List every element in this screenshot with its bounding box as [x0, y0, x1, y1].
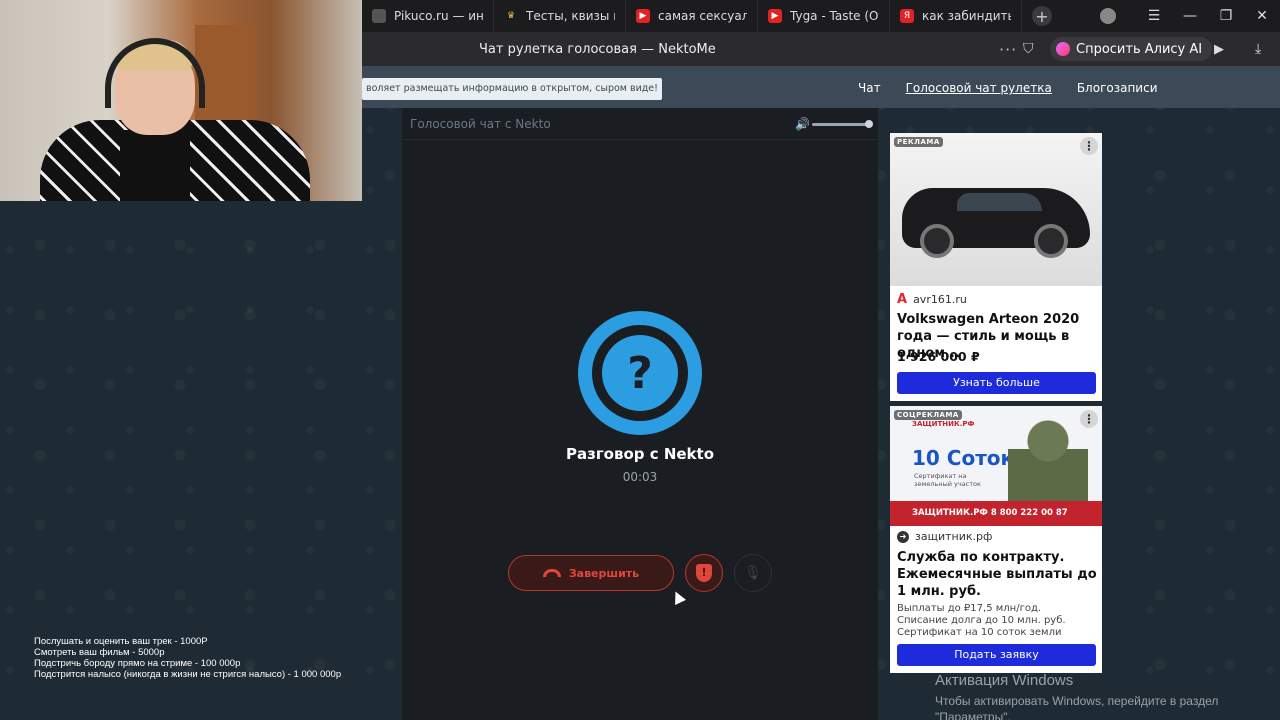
browser-tab[interactable]: ▶ самая сексуальная: [626, 0, 758, 32]
ad-domain[interactable]: A avr161.ru: [897, 292, 967, 307]
ad-image: ЗАЩИТНИК.РФ 10 Соток Сертификат на земел…: [890, 406, 1102, 526]
more-icon[interactable]: ···: [999, 40, 1017, 59]
restore-icon[interactable]: ❐: [1208, 8, 1244, 24]
yandex-icon: Я: [900, 9, 914, 23]
ad-label: СОЦРЕКЛАМА: [894, 410, 962, 420]
site-nav: Чат Голосовой чат рулетка Блогозаписи: [858, 81, 1158, 95]
ad-card[interactable]: РЕКЛАМА ⋮ A avr161.ru Volkswagen Arteon …: [890, 133, 1102, 401]
more-options-icon[interactable]: ⋮: [1080, 410, 1098, 428]
ad-price: 1 926 000 ₽: [897, 349, 980, 364]
end-call-button[interactable]: Завершить: [508, 555, 674, 591]
apply-button[interactable]: Подать заявку: [897, 644, 1096, 666]
close-icon[interactable]: ✕: [1244, 8, 1280, 24]
browser-tab[interactable]: Pikuco.ru — интерес: [362, 0, 494, 32]
bookmark-icon[interactable]: ⛉: [1023, 41, 1034, 57]
question-icon: ?: [602, 335, 678, 411]
browser-tab[interactable]: Я как забиндить клав: [890, 0, 1022, 32]
pikuco-icon: [372, 9, 386, 23]
partner-avatar: ?: [578, 311, 702, 435]
volume-icon[interactable]: 🔊: [795, 117, 810, 131]
stream-price-list: Послушать и оценить ваш трек - 1000Р Смо…: [34, 636, 342, 680]
media-play-icon[interactable]: ▶: [1214, 42, 1224, 57]
webcam-overlay: [0, 0, 362, 201]
ad-image: [890, 133, 1102, 286]
car-image: [902, 188, 1090, 258]
ad-card[interactable]: ЗАЩИТНИК.РФ 10 Соток Сертификат на земел…: [890, 406, 1102, 673]
ad-description: Выплаты до ₽17,5 млн/год. Списание долга…: [897, 603, 1066, 638]
nav-voice-roulette[interactable]: Голосовой чат рулетка: [906, 81, 1052, 95]
call-title: Разговор с Nekto: [565, 445, 715, 463]
youtube-icon: ▶: [768, 9, 782, 23]
advertiser-logo-icon: A: [897, 292, 908, 307]
profile-avatar[interactable]: [1100, 8, 1116, 24]
hangup-icon: [542, 569, 561, 577]
nav-blog[interactable]: Блогозаписи: [1077, 81, 1158, 95]
browser-tab[interactable]: ♛ Тесты, квизы и турн: [494, 0, 626, 32]
ad-domain[interactable]: ➜ защитник.рф: [897, 530, 992, 543]
call-timer: 00:03: [622, 470, 658, 484]
alice-icon: [1056, 42, 1070, 56]
volume-slider[interactable]: [812, 120, 873, 128]
ad-headline[interactable]: Служба по контракту. Ежемесячные выплаты…: [897, 549, 1097, 600]
browser-addressbar: Чат рулетка голосовая — NektoMe ··· ⛉ Сп…: [362, 32, 1280, 66]
alice-button[interactable]: Спросить Алису AI: [1050, 37, 1213, 61]
shield-icon: !: [696, 564, 712, 582]
youtube-icon: ▶: [636, 9, 650, 23]
browser-tab[interactable]: ▶ Tyga - Taste (Officia: [758, 0, 890, 32]
mouse-cursor: [670, 589, 686, 605]
windows-activation-watermark: Активация Windows Чтобы активировать Win…: [935, 672, 1219, 720]
page-title: Чат рулетка голосовая — NektoMe: [479, 41, 716, 57]
soldier-image: [1008, 414, 1088, 504]
browser-tabbar: Pikuco.ru — интерес ♛ Тесты, квизы и тур…: [362, 0, 1280, 32]
mute-button[interactable]: 🎙: [734, 554, 772, 592]
ad-label: РЕКЛАМА: [894, 137, 943, 147]
site-notice: воляет размещать информацию в открытом, …: [362, 78, 662, 100]
minimize-icon[interactable]: —: [1172, 8, 1208, 24]
nav-chat[interactable]: Чат: [858, 81, 881, 95]
arrow-right-icon: ➜: [897, 530, 909, 543]
new-tab-button[interactable]: +: [1032, 6, 1052, 26]
learn-more-button[interactable]: Узнать больше: [897, 372, 1096, 394]
crown-icon: ♛: [506, 11, 516, 21]
download-icon[interactable]: ⤓: [1255, 41, 1261, 57]
chat-header-title: Голосовой чат с Nekto: [410, 116, 551, 131]
microphone-icon: 🎙: [744, 565, 762, 581]
report-button[interactable]: !: [685, 554, 723, 592]
voice-chat-panel: Голосовой чат с Nekto 🔊 ? Разговор с Nek…: [402, 108, 878, 720]
volume-slider-handle[interactable]: [865, 120, 873, 128]
more-options-icon[interactable]: ⋮: [1080, 137, 1098, 155]
menu-icon[interactable]: ☰: [1136, 8, 1172, 24]
site-header: воляет размещать информацию в открытом, …: [362, 66, 1280, 108]
